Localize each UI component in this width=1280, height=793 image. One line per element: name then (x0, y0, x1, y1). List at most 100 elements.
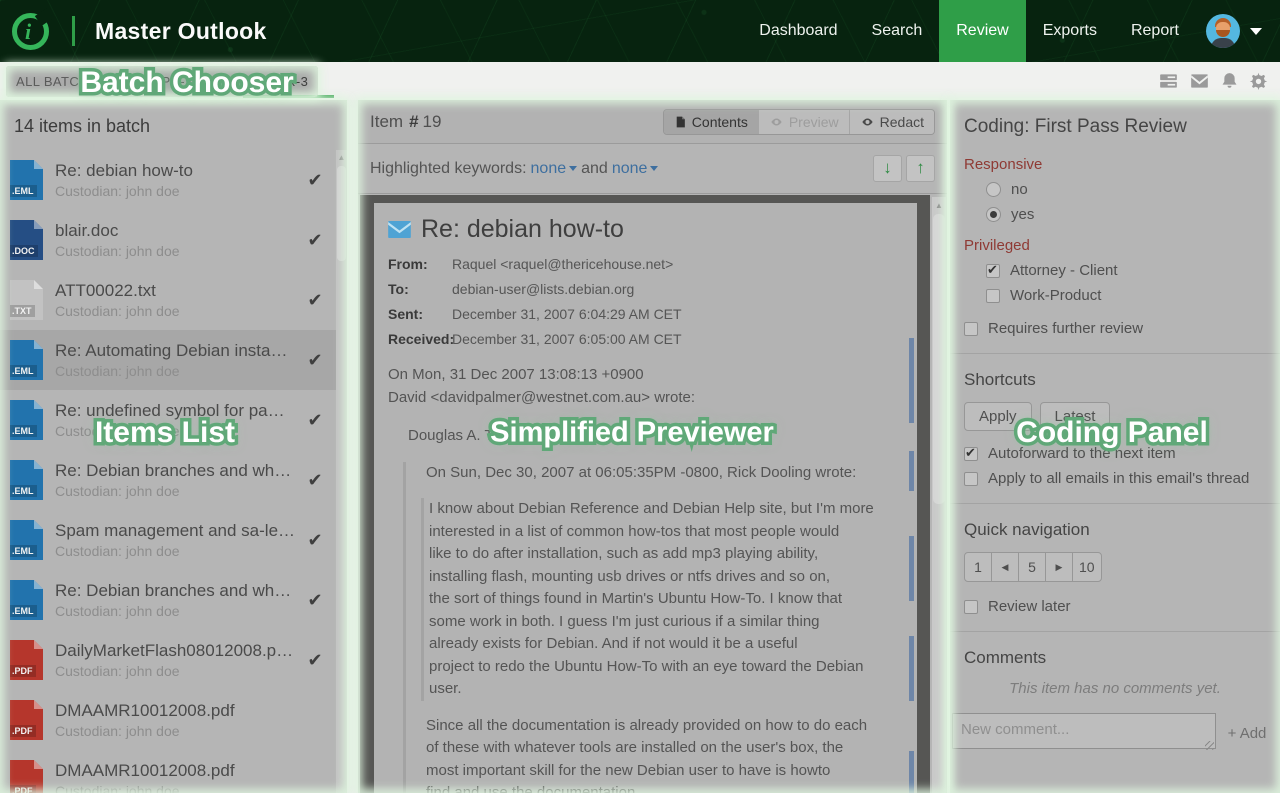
tab-all-batches[interactable]: ALL BATCHES (0, 62, 123, 100)
nav-item-search[interactable]: Search (855, 0, 940, 62)
goto-last-button[interactable]: 10 (1072, 552, 1102, 582)
list-item[interactable]: .DOC blair.doc Custodian: john doe ✔ (0, 210, 336, 270)
list-item[interactable]: .PDF DailyMarketFlash08012008.p… Custodi… (0, 630, 336, 690)
item-custodian: Custodian: john doe (55, 723, 302, 739)
logo-separator (72, 16, 75, 46)
reviewed-check-icon: ✔ (302, 230, 328, 251)
list-item[interactable]: .EML Re: Automating Debian insta… Custod… (0, 330, 336, 390)
redact-button[interactable]: Redact (849, 110, 934, 134)
view-mode-group: Contents Preview Redact (663, 109, 935, 135)
new-comment-input[interactable] (952, 713, 1216, 749)
radio-unchecked-icon[interactable] (986, 182, 1001, 197)
file-extension-label: .EML (10, 365, 37, 377)
file-extension-label: .DOC (10, 245, 38, 257)
list-item[interactable]: .EML Spam management and sa-le… Custodia… (0, 510, 336, 570)
current-item-button[interactable]: 5 (1018, 552, 1046, 582)
list-item[interactable]: .PDF DMAAMR10012008.pdf Custodian: john … (0, 690, 336, 750)
contents-label: Contents (692, 114, 748, 130)
mail-icon[interactable] (1189, 71, 1210, 91)
requires-further-review-label: Requires further review (988, 320, 1143, 337)
item-title: DMAAMR10012008.pdf (55, 761, 302, 781)
list-item[interactable]: .EML Re: Debian branches and wh… Custodi… (0, 570, 336, 630)
keyword-dropdown-1[interactable]: none (531, 160, 578, 178)
reviewed-check-icon: ✔ (302, 590, 328, 611)
quick-navigation-title: Quick navigation (964, 520, 1266, 540)
checkbox-unchecked-icon[interactable] (964, 322, 978, 336)
app-logo[interactable]: i (12, 13, 75, 50)
tab-fpr-3[interactable]: FPR-3 (239, 62, 339, 100)
user-menu[interactable] (1206, 14, 1262, 48)
logo-ring-icon: i (12, 13, 49, 50)
previewer-scrollbar[interactable]: ▲ (932, 197, 946, 793)
checkbox-checked-icon[interactable] (964, 447, 978, 461)
previewer-panel: Item # 19 Contents Preview Redact Highli… (358, 100, 947, 793)
previewer-header: Item # 19 Contents Preview Redact (358, 100, 947, 144)
privileged-label: Privileged (964, 237, 1266, 254)
tab-fpr-2[interactable]: FPR-2 (137, 62, 209, 100)
reviewed-check-icon: ✔ (302, 530, 328, 551)
batch-count-header: 14 items in batch (0, 100, 347, 147)
checkbox-unchecked-icon[interactable] (964, 600, 978, 614)
list-item[interactable]: .EML Re: debian how-to Custodian: john d… (0, 150, 336, 210)
requires-further-review-option[interactable]: Requires further review (964, 320, 1266, 337)
resize-grip-icon[interactable] (1205, 741, 1214, 750)
section-divider (950, 503, 1280, 504)
file-extension-label: .EML (10, 605, 37, 617)
scroll-up-icon[interactable]: ▲ (336, 152, 347, 164)
previous-item-icon[interactable]: ◀ (991, 552, 1019, 582)
responsive-yes-option[interactable]: yes (986, 206, 1266, 223)
contents-button[interactable]: Contents (664, 110, 758, 134)
list-item[interactable]: .TXT ATT00022.txt Custodian: john doe ✔ (0, 270, 336, 330)
scrollbar-thumb[interactable] (933, 214, 945, 504)
item-title: Spam management and sa-le… (55, 521, 302, 541)
item-custodian: Custodian: john doe (55, 663, 302, 679)
items-list: .EML Re: debian how-to Custodian: john d… (0, 150, 336, 793)
bell-icon[interactable] (1220, 71, 1239, 91)
review-later-label: Review later (988, 598, 1071, 615)
review-later-option[interactable]: Review later (964, 598, 1266, 615)
checkbox-checked-icon[interactable] (986, 264, 1000, 278)
autoforward-label: Autoforward to the next item (988, 445, 1176, 462)
gear-icon[interactable] (1249, 71, 1268, 91)
previous-hit-button[interactable]: ↑ (906, 155, 935, 182)
keyword-dropdown-2[interactable]: none (612, 160, 659, 178)
next-hit-button[interactable]: ↓ (873, 155, 902, 182)
scrollbar-thumb[interactable] (337, 166, 346, 261)
batches-list-icon[interactable] (1158, 71, 1179, 91)
latest-button[interactable]: Latest (1040, 402, 1111, 431)
autoforward-option[interactable]: Autoforward to the next item (964, 445, 1266, 462)
list-item[interactable]: .PDF DMAAMR10012008.pdf Custodian: john … (0, 750, 336, 793)
nav-item-review[interactable]: Review (939, 0, 1025, 62)
items-list-scrollbar[interactable]: ▲ (336, 150, 347, 793)
attorney-client-option[interactable]: Attorney - Client (986, 262, 1266, 279)
item-title: Re: Debian branches and wh… (55, 461, 302, 481)
list-item[interactable]: .EML Re: undefined symbol for pa… Custod… (0, 390, 336, 450)
attorney-client-label: Attorney - Client (1010, 262, 1118, 279)
file-extension-label: .PDF (10, 665, 36, 677)
nav-item-exports[interactable]: Exports (1026, 0, 1114, 62)
file-type-icon: .PDF (10, 760, 43, 793)
next-item-icon[interactable]: ▶ (1045, 552, 1073, 582)
item-label: Item (370, 112, 403, 132)
work-product-option[interactable]: Work-Product (986, 287, 1266, 304)
goto-first-button[interactable]: 1 (964, 552, 992, 582)
file-type-icon: .EML (10, 400, 43, 440)
nav-item-report[interactable]: Report (1114, 0, 1196, 62)
responsive-no-option[interactable]: no (986, 181, 1266, 198)
add-comment-button[interactable]: + Add (1216, 713, 1278, 753)
file-extension-label: .EML (10, 185, 37, 197)
file-extension-label: .TXT (10, 305, 35, 317)
file-type-icon: .PDF (10, 640, 43, 680)
scroll-up-icon[interactable]: ▲ (932, 199, 946, 212)
checkbox-unchecked-icon[interactable] (964, 472, 978, 486)
scroll-hit-marker (909, 636, 914, 701)
file-extension-label: .EML (10, 485, 37, 497)
apply-button[interactable]: Apply (964, 402, 1032, 431)
file-type-icon: .EML (10, 460, 43, 500)
nav-item-dashboard[interactable]: Dashboard (742, 0, 854, 62)
preview-button[interactable]: Preview (758, 110, 849, 134)
apply-thread-option[interactable]: Apply to all emails in this email's thre… (964, 470, 1266, 487)
checkbox-unchecked-icon[interactable] (986, 289, 1000, 303)
radio-checked-icon[interactable] (986, 207, 1001, 222)
list-item[interactable]: .EML Re: Debian branches and wh… Custodi… (0, 450, 336, 510)
